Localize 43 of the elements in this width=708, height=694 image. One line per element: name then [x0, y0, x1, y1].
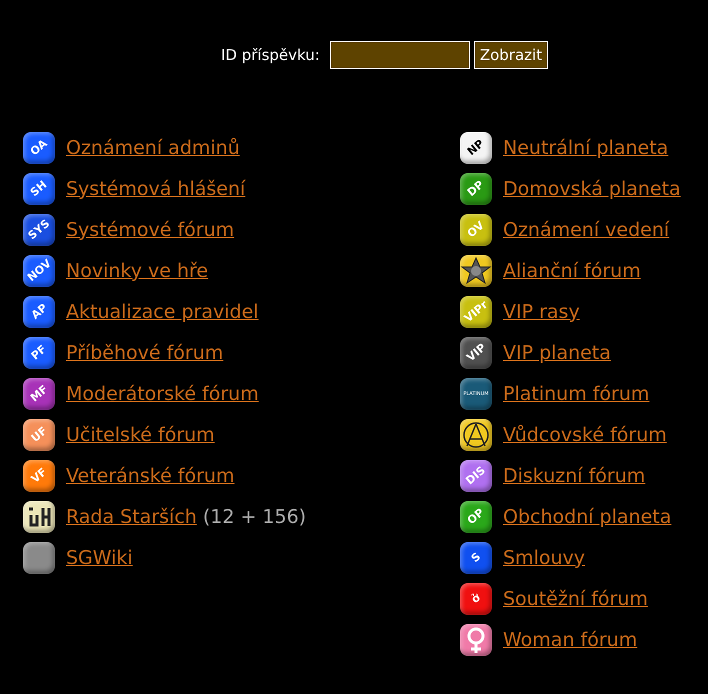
- input-field[interactable]: [330, 41, 470, 69]
- field-label: ID příspěvku:: [221, 46, 320, 64]
- badge-icon: S: [460, 542, 492, 574]
- forum-link[interactable]: Aktualizace pravidel: [66, 300, 259, 322]
- badge-icon: DP: [460, 172, 492, 204]
- forum-link[interactable]: Smlouvy: [503, 546, 586, 568]
- forum-link[interactable]: Obchodní planeta: [503, 506, 672, 528]
- forum-link[interactable]: Oznámení vedení: [503, 218, 670, 240]
- badge-icon: UF: [23, 418, 55, 450]
- forum-link[interactable]: Oznámení adminů: [66, 136, 240, 158]
- forum-link[interactable]: VIP planeta: [503, 342, 611, 364]
- show-button[interactable]: Zobrazit: [474, 41, 548, 69]
- forum-link[interactable]: Učitelské fórum: [66, 424, 215, 446]
- badge-icon: PF: [23, 336, 55, 368]
- forum-link[interactable]: Soutěžní fórum: [503, 588, 648, 610]
- forum-link[interactable]: Vůdcovské fórum: [503, 424, 667, 446]
- forum-link[interactable]: Systémové fórum: [66, 218, 234, 240]
- forum-link[interactable]: Neutrální planeta: [503, 136, 668, 158]
- forum-link[interactable]: Novinky ve hře: [66, 260, 208, 282]
- forum-link[interactable]: VIP rasy: [503, 300, 580, 322]
- forum-link[interactable]: Systémová hlášení: [66, 178, 246, 200]
- badge-icon: AP: [23, 296, 55, 328]
- forum-link[interactable]: Veteránské fórum: [66, 464, 234, 486]
- badge-icon: VF: [23, 460, 55, 492]
- badge-icon: OP: [460, 500, 492, 532]
- badge-icon: NP: [460, 132, 492, 164]
- forum-link[interactable]: Domovská planeta: [503, 178, 681, 200]
- badge-icon: DIS: [460, 460, 492, 492]
- forum-link[interactable]: SGWiki: [66, 546, 133, 568]
- badge-icon: MF: [23, 378, 55, 410]
- forum-link[interactable]: Alianční fórum: [503, 260, 641, 282]
- badge-icon: VIP: [460, 336, 492, 368]
- forum-link[interactable]: Woman fórum: [503, 628, 638, 650]
- forum-link[interactable]: Moderátorské fórum: [66, 382, 259, 404]
- badge-icon: SH: [23, 172, 55, 204]
- badge-icon: OV: [460, 214, 492, 246]
- forum-link[interactable]: Příběhové fórum: [66, 342, 224, 364]
- badge-icon: OA: [23, 132, 55, 164]
- forum-link[interactable]: Rada Starších: [66, 506, 197, 528]
- forum-link[interactable]: Diskuzní fórum: [503, 464, 646, 486]
- forum-link[interactable]: Platinum fórum: [503, 382, 650, 404]
- member-count: (12 + 156): [202, 506, 306, 528]
- badge-icon: ở: [460, 582, 492, 614]
